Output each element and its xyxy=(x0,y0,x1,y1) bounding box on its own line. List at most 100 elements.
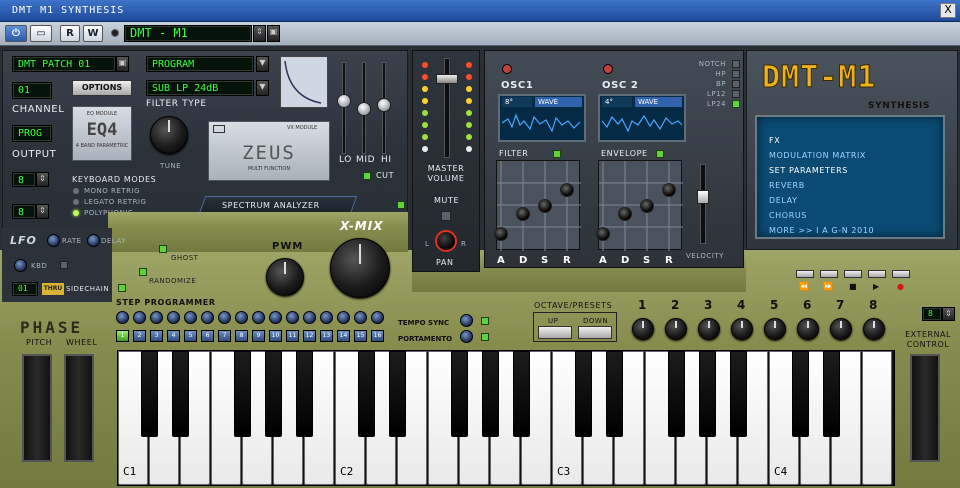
patch-display[interactable]: DMT PATCH 01 xyxy=(12,56,116,72)
external-control-wheel[interactable] xyxy=(910,354,940,462)
preset-knob-4[interactable] xyxy=(731,318,753,340)
tempo-sync-knob[interactable] xyxy=(460,314,473,327)
fx-menu-item-delay[interactable]: DELAY xyxy=(769,196,798,205)
write-button[interactable]: W xyxy=(83,25,103,42)
velocity-rail[interactable] xyxy=(700,164,706,244)
pan-knob[interactable] xyxy=(435,230,457,252)
xmix-toggle[interactable] xyxy=(397,201,405,209)
transport-rewind-button[interactable] xyxy=(796,270,814,278)
black-key[interactable] xyxy=(389,351,406,437)
step-knob-15[interactable] xyxy=(354,311,367,324)
step-button[interactable]: 1 xyxy=(116,330,129,342)
filter-sustain-slider[interactable] xyxy=(538,199,552,213)
step-knob-10[interactable] xyxy=(269,311,282,324)
step-button[interactable]: 9 xyxy=(252,330,265,342)
preset-knob-6[interactable] xyxy=(797,318,819,340)
tune-knob[interactable] xyxy=(150,116,188,154)
osc2-power-icon[interactable] xyxy=(603,64,613,74)
amp-attack-slider[interactable] xyxy=(596,227,610,241)
step-knob-3[interactable] xyxy=(150,311,163,324)
transport-record-button[interactable] xyxy=(892,270,910,278)
step-knob-2[interactable] xyxy=(133,311,146,324)
title-bar[interactable]: DMT M1 SYNTHESIS X xyxy=(0,0,960,22)
kb-mode-stepper-2-icon[interactable]: ⇕ xyxy=(36,204,49,219)
step-knob-5[interactable] xyxy=(184,311,197,324)
step-button[interactable]: 10 xyxy=(269,330,282,342)
velocity-thumb[interactable] xyxy=(697,190,709,204)
step-button[interactable]: 16 xyxy=(371,330,384,342)
filter-mode-hp-led[interactable] xyxy=(732,70,740,78)
octave-up-button[interactable] xyxy=(538,326,572,339)
thru-badge[interactable]: THRU xyxy=(42,283,64,295)
filter-decay-slider[interactable] xyxy=(516,207,530,221)
black-key[interactable] xyxy=(358,351,375,437)
fx-menu-item-fx[interactable]: FX xyxy=(769,136,780,145)
fx-menu-item-chorus[interactable]: CHORUS xyxy=(769,211,807,220)
step-button[interactable]: 12 xyxy=(303,330,316,342)
filter-dropdown-icon[interactable]: ▼ xyxy=(256,80,269,96)
lo-slider-thumb[interactable] xyxy=(337,94,351,108)
black-key[interactable] xyxy=(234,351,251,437)
kb-mode-stepper-1-icon[interactable]: ⇕ xyxy=(36,172,49,187)
transport-forward-button[interactable] xyxy=(820,270,838,278)
kb-mode-value-2[interactable]: 8 xyxy=(12,204,36,219)
step-button[interactable]: 11 xyxy=(286,330,299,342)
minimize-button[interactable]: ▭ xyxy=(30,25,52,42)
step-button[interactable]: 2 xyxy=(133,330,146,342)
filter-mode-notch-led[interactable] xyxy=(732,60,740,68)
channel-display[interactable]: 01 xyxy=(12,82,52,99)
transport-play-button[interactable] xyxy=(868,270,886,278)
step-button[interactable]: 4 xyxy=(167,330,180,342)
portamento-knob[interactable] xyxy=(460,330,473,343)
step-knob-8[interactable] xyxy=(235,311,248,324)
white-key[interactable] xyxy=(862,351,892,485)
read-button[interactable]: R xyxy=(60,25,80,42)
step-button[interactable]: 8 xyxy=(235,330,248,342)
prog-display[interactable]: PROG xyxy=(12,125,52,142)
filter-attack-slider[interactable] xyxy=(494,227,508,241)
filter-env-toggle[interactable] xyxy=(553,150,561,158)
filter-mode-lp24-led[interactable] xyxy=(732,100,740,108)
step-button[interactable]: 3 xyxy=(150,330,163,342)
preset-knob-5[interactable] xyxy=(764,318,786,340)
step-knob-9[interactable] xyxy=(252,311,265,324)
black-key[interactable] xyxy=(699,351,716,437)
black-key[interactable] xyxy=(451,351,468,437)
black-key[interactable] xyxy=(730,351,747,437)
step-knob-16[interactable] xyxy=(371,311,384,324)
step-knob-13[interactable] xyxy=(320,311,333,324)
octave-down-button[interactable] xyxy=(578,326,612,339)
lo-slider-rail[interactable] xyxy=(342,62,346,154)
step-knob-7[interactable] xyxy=(218,311,231,324)
lfo-rate-knob[interactable] xyxy=(47,234,60,247)
mod-wheel[interactable] xyxy=(64,354,94,462)
mid-slider-thumb[interactable] xyxy=(357,102,371,116)
preset-knob-3[interactable] xyxy=(698,318,720,340)
black-key[interactable] xyxy=(668,351,685,437)
fx-menu-item-set-parameters[interactable]: SET PARAMETERS xyxy=(769,166,848,175)
external-control-value[interactable]: 8 xyxy=(922,307,942,321)
fx-menu-item-modulation-matrix[interactable]: MODULATION MATRIX xyxy=(769,151,866,160)
kbd-knob[interactable] xyxy=(14,259,27,272)
mute-toggle[interactable] xyxy=(441,211,451,221)
patch-name-display[interactable]: DMT - M1 xyxy=(124,25,252,42)
osc1-wave-selector[interactable]: WAVE xyxy=(535,97,582,107)
cut-toggle[interactable] xyxy=(363,172,371,180)
black-key[interactable] xyxy=(575,351,592,437)
kbd-toggle[interactable] xyxy=(60,261,68,269)
step-button[interactable]: 13 xyxy=(320,330,333,342)
black-key[interactable] xyxy=(606,351,623,437)
preset-knob-1[interactable] xyxy=(632,318,654,340)
master-volume-thumb[interactable] xyxy=(436,74,458,84)
legato-retrig-led[interactable] xyxy=(73,199,79,205)
ghost-toggle[interactable] xyxy=(159,245,167,253)
close-button[interactable]: X xyxy=(940,3,956,18)
step-knob-1[interactable] xyxy=(116,311,129,324)
step-knob-11[interactable] xyxy=(286,311,299,324)
black-key[interactable] xyxy=(792,351,809,437)
options-button[interactable]: OPTIONS xyxy=(72,80,132,96)
envelope-toggle[interactable] xyxy=(656,150,664,158)
pitch-wheel[interactable] xyxy=(22,354,52,462)
black-key[interactable] xyxy=(141,351,158,437)
save-patch-icon[interactable]: ▣ xyxy=(267,25,280,42)
